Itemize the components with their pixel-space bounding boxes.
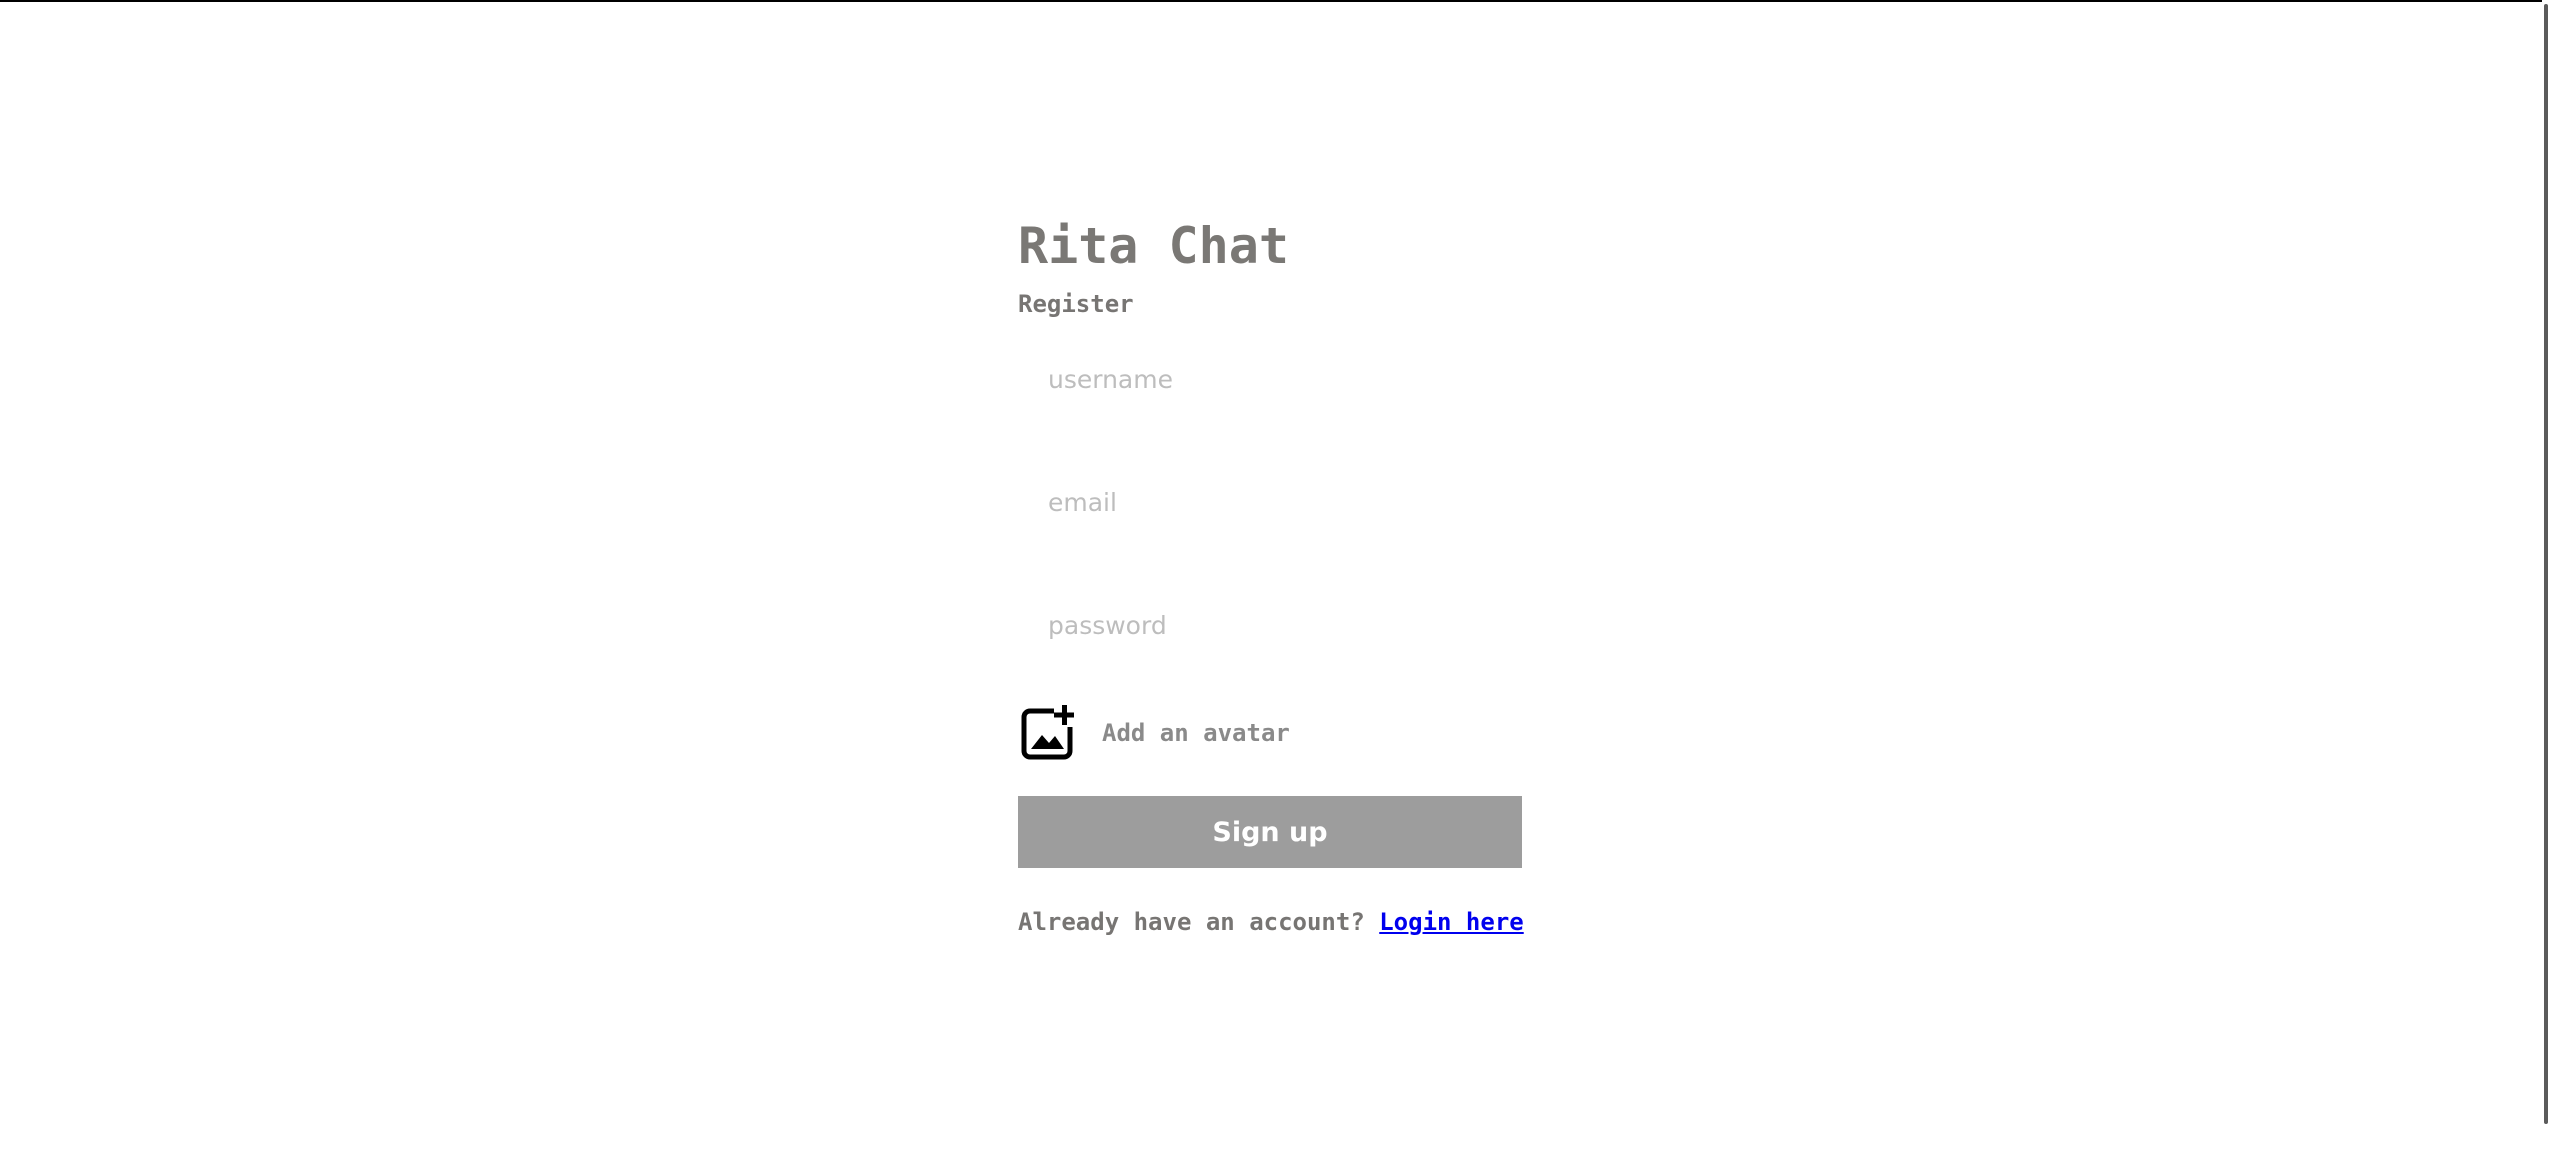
- scrollbar-thumb[interactable]: [2544, 4, 2548, 1124]
- app-title: Rita Chat: [1018, 217, 1289, 275]
- add-image-icon[interactable]: [1018, 703, 1078, 763]
- login-link[interactable]: Login here: [1379, 908, 1524, 936]
- top-border: [0, 0, 2550, 2]
- signup-button[interactable]: Sign up: [1018, 796, 1522, 868]
- username-input[interactable]: [1018, 344, 1522, 414]
- email-input[interactable]: [1018, 467, 1522, 537]
- avatar-upload[interactable]: Add an avatar: [1018, 700, 1522, 766]
- password-input[interactable]: [1018, 590, 1522, 660]
- login-prompt-text: Already have an account?: [1018, 908, 1365, 936]
- register-form-container: Rita Chat Register Add an avatar Sign up…: [1018, 208, 1524, 936]
- avatar-label: Add an avatar: [1102, 719, 1290, 747]
- form-subtitle: Register: [1018, 290, 1134, 318]
- scrollbar[interactable]: [2542, 0, 2550, 1151]
- login-prompt: Already have an account? Login here: [1018, 908, 1524, 936]
